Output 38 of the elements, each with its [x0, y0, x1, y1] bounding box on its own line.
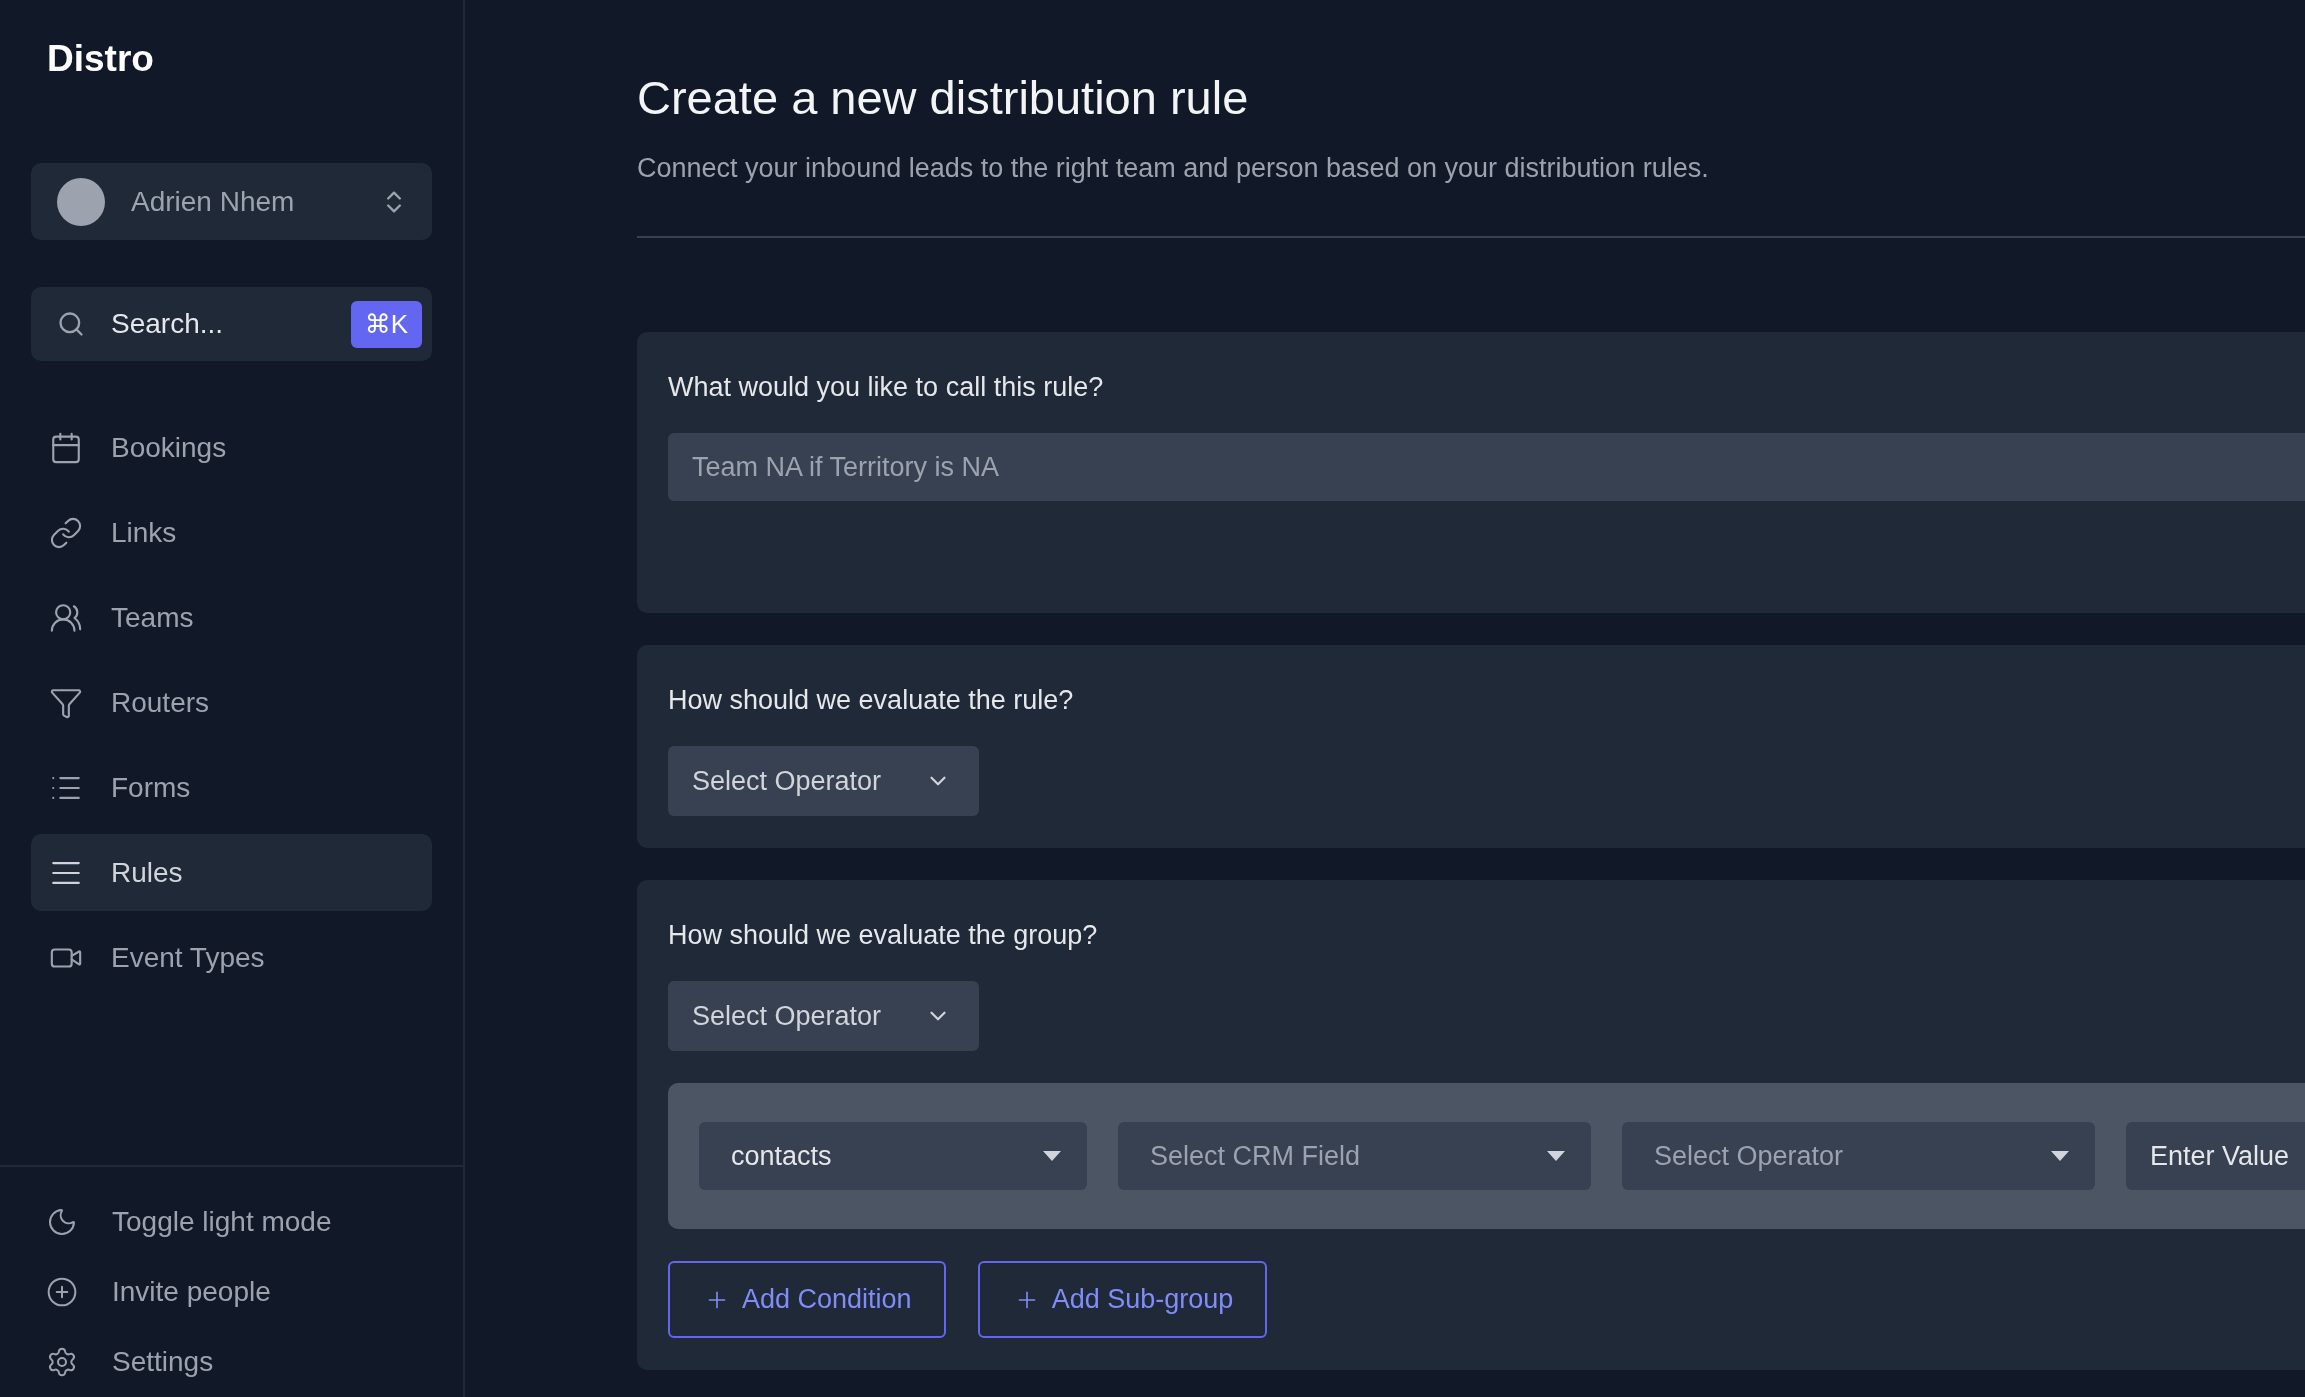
footer-item[interactable]: Invite people: [46, 1257, 463, 1327]
add-button[interactable]: Add Sub-group: [977, 1261, 1268, 1338]
operator-dropdown[interactable]: Select Operator: [668, 746, 980, 816]
dropdown[interactable]: contacts: [699, 1122, 1087, 1190]
link-icon: [49, 515, 83, 550]
add-button[interactable]: Add Condition: [668, 1261, 946, 1338]
settings-icon: [46, 1346, 78, 1378]
footer-item[interactable]: Settings: [46, 1327, 463, 1397]
search-icon: [57, 310, 85, 338]
nav-item[interactable]: Bookings: [31, 409, 432, 486]
dropdown[interactable]: Select CRM Field: [1118, 1122, 1591, 1190]
plus-circle-icon: [46, 1276, 78, 1308]
shortcut-badge: ⌘K: [350, 300, 422, 348]
nav-item[interactable]: Rules: [31, 834, 432, 911]
question-label: How should we evaluate the group?: [668, 920, 1099, 951]
question-label: What would you like to call this rule?: [668, 372, 1105, 403]
nav-item[interactable]: Links: [31, 494, 432, 571]
avatar: [57, 177, 105, 226]
dropdown[interactable]: Select Operator: [1622, 1122, 2095, 1190]
logo: Distro: [46, 38, 155, 81]
caret-icon: [1547, 1151, 1565, 1161]
operator-dropdown[interactable]: Select Operator: [668, 981, 980, 1051]
user-switcher[interactable]: Adrien Nhem: [31, 163, 432, 240]
value-input[interactable]: Enter Value: [2126, 1122, 2305, 1190]
page-title: Create a new distribution rule: [637, 70, 1250, 125]
calendar-icon: [49, 430, 83, 465]
nav-item[interactable]: Routers: [31, 664, 432, 741]
search-field[interactable]: Search...: [109, 307, 327, 341]
page-subtitle: Connect your inbound leads to the right team and person based on your distribution rules.: [637, 153, 1710, 184]
rule-name-input[interactable]: Team NA if Territory is NA: [668, 433, 2305, 501]
question-label: How should we evaluate the rule?: [668, 685, 1075, 716]
nav-item[interactable]: Teams: [31, 579, 432, 656]
footer-item[interactable]: Toggle light mode: [46, 1187, 463, 1257]
moon-icon: [46, 1206, 78, 1238]
nav-item[interactable]: Event Types: [31, 919, 432, 996]
caret-icon: [1043, 1151, 1061, 1161]
nav-item[interactable]: Forms: [31, 749, 432, 826]
caret-icon: [2051, 1151, 2069, 1161]
